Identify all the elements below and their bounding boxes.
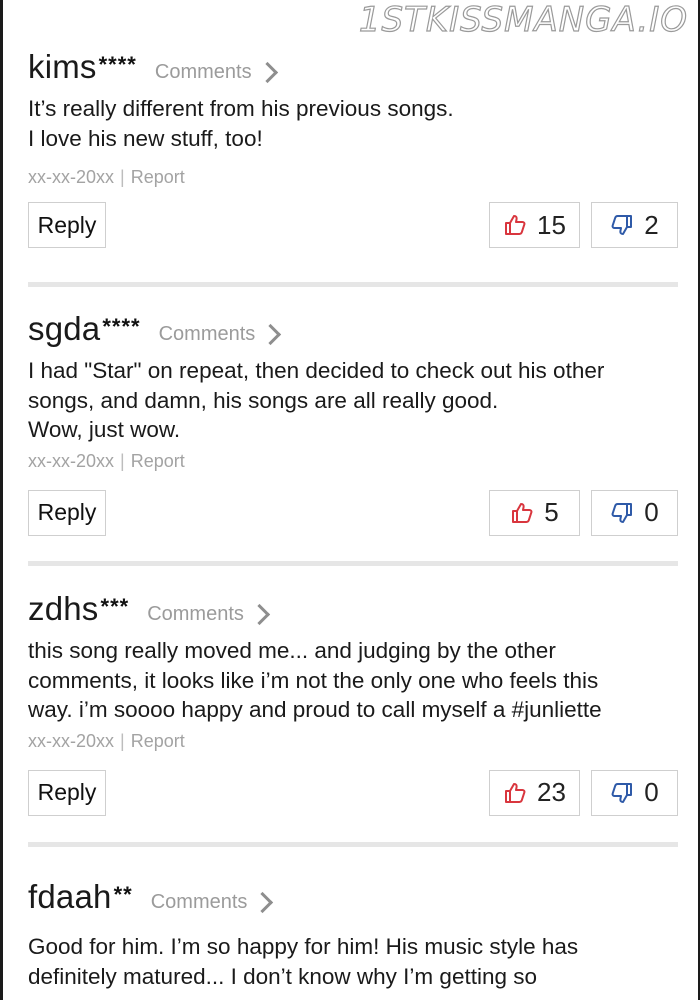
like-count: 23 [537,777,566,807]
meta-separator: | [120,450,125,471]
username: zdhs [28,590,99,627]
comments-link-label: Comments [158,323,256,345]
comment-meta: xx-xx-20xx | Report [28,451,678,472]
chevron-right-icon [252,891,274,914]
comment-divider [28,561,678,566]
comment-item: fdaah ** Comments Good for him. I’m so h… [28,878,678,991]
like-button[interactable]: 15 [489,202,580,248]
comments-link-label: Comments [150,891,248,913]
comment-line: way. i’m soooo happy and proud to call m… [28,697,602,722]
username: sgda [28,310,101,347]
comment-line: I had "Star" on repeat, then decided to … [28,358,605,383]
dislike-count: 0 [644,777,659,807]
thumbs-down-icon [611,215,633,235]
comment-body: this song really moved me... and judging… [28,636,678,725]
chevron-right-icon [260,323,282,346]
username: fdaah [28,878,112,915]
report-link[interactable]: Report [131,451,185,471]
report-link[interactable]: Report [131,167,185,187]
meta-separator: | [120,167,125,187]
comments-link[interactable]: Comments [147,603,271,626]
comment-line: comments, it looks like i’m not the only… [28,667,599,693]
reply-button[interactable]: Reply [28,769,106,816]
report-link[interactable]: Report [131,731,185,751]
reply-button[interactable]: Reply [28,202,106,248]
comment-date: xx-xx-20xx [28,730,115,751]
comments-link[interactable]: Comments [158,323,282,346]
username-mask: **** [98,52,137,77]
dislike-button[interactable]: 0 [591,769,678,816]
comment-line: I love his new stuff, too! [28,125,263,151]
comment-item: zdhs *** Comments this song really moved… [28,590,678,818]
comment-divider [28,282,678,287]
thumbs-down-icon [611,782,633,803]
like-button[interactable]: 23 [489,769,580,816]
username: kims [28,48,97,85]
comment-header: fdaah ** Comments [28,878,678,916]
watermark: 1STKISSMANGA.IO [358,0,688,41]
comment-header: zdhs *** Comments [28,590,678,628]
thumbs-up-icon [512,502,533,523]
chevron-right-icon [248,603,271,626]
thumbs-up-icon [505,782,526,803]
like-count: 5 [544,497,559,527]
comment-item: kims **** Comments It’s really different… [28,48,678,250]
comment-divider [28,842,678,847]
thumbs-down-icon [611,502,633,523]
like-button[interactable]: 5 [489,489,580,536]
comment-header: sgda **** Comments [28,310,678,348]
comment-date: xx-xx-20xx [28,450,115,471]
username-mask: **** [102,314,141,339]
meta-separator: | [120,730,125,751]
comment-line: It’s really different from his previous … [28,96,454,121]
comment-line: definitely matured... I don’t know why I… [28,963,537,989]
thumbs-up-icon [505,215,526,235]
comment-body: It’s really different from his previous … [28,94,678,153]
dislike-button[interactable]: 2 [591,202,678,248]
comment-line: Good for him. I’m so happy for him! His … [28,934,579,959]
comments-link-label: Comments [154,61,252,83]
comment-actions: Reply 23 0 [28,769,678,818]
comments-link[interactable]: Comments [154,61,278,84]
comment-actions: Reply 15 2 [28,202,678,250]
chevron-right-icon [256,61,278,84]
comment-body: Good for him. I’m so happy for him! His … [28,932,678,991]
username-mask: ** [113,882,133,907]
comment-line: this song really moved me... and judging… [28,638,556,663]
comment-meta: xx-xx-20xx | Report [28,731,678,752]
comment-body: I had "Star" on repeat, then decided to … [28,356,678,445]
comment-header: kims **** Comments [28,48,678,86]
reply-button[interactable]: Reply [28,489,106,536]
dislike-count: 2 [644,209,659,240]
username-mask: *** [100,594,130,619]
comment-actions: Reply 5 0 [28,489,678,538]
comment-date: xx-xx-20xx [28,167,115,187]
comments-link-label: Comments [147,603,244,625]
comment-line: songs, and damn, his songs are all reall… [28,387,499,413]
comment-line: Wow, just wow. [28,417,181,442]
like-count: 15 [537,209,566,240]
comments-link[interactable]: Comments [150,891,274,914]
comment-item: sgda **** Comments I had "Star" on repea… [28,310,678,538]
dislike-button[interactable]: 0 [591,489,678,536]
comment-meta: xx-xx-20xx | Report [28,167,678,188]
dislike-count: 0 [644,497,659,527]
left-frame-border [0,0,3,1000]
